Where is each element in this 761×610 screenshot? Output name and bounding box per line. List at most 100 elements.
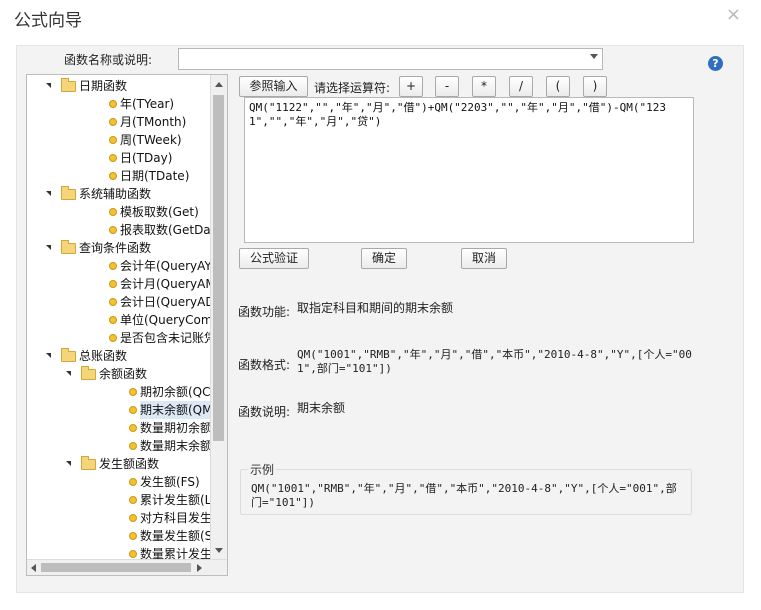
tree-node-label: 发生额函数 — [99, 457, 160, 471]
tree-folder-node[interactable]: 查询条件函数 — [27, 239, 211, 257]
scroll-thumb[interactable] — [41, 563, 191, 572]
tree-function-node[interactable]: 日(TDay) — [27, 149, 211, 167]
tree-folder-node[interactable]: 总账函数 — [27, 347, 211, 365]
function-format-value: QM("1001","RMB","年","月","借","本币","2010-4… — [297, 348, 692, 375]
folder-icon — [61, 240, 76, 254]
tree-node-label: 月(TMonth) — [120, 115, 187, 129]
function-bullet-icon — [109, 280, 117, 288]
scroll-right-icon[interactable] — [197, 564, 202, 572]
scroll-left-icon[interactable] — [31, 564, 36, 572]
tree-node-label: 模板取数(Get) — [120, 205, 199, 219]
function-description-value: 期末余额 — [297, 401, 346, 415]
tree-node-label: 数量期末余额(SQM) — [140, 439, 211, 453]
function-bullet-icon — [129, 406, 137, 414]
folder-icon — [81, 456, 96, 470]
tree-node-label: 是否包含未记账凭证 — [120, 331, 211, 345]
expand-toggle-icon[interactable] — [46, 191, 51, 196]
tree-node-label: 数量期初余额(SQC) — [140, 421, 211, 435]
expand-toggle-icon[interactable] — [46, 245, 51, 250]
tree-function-node[interactable]: 是否包含未记账凭证 — [27, 329, 211, 347]
tree-function-node[interactable]: 发生额(FS) — [27, 473, 211, 491]
tree-node-label: 周(TWeek) — [120, 133, 182, 147]
function-bullet-icon — [109, 316, 117, 324]
tree-folder-node[interactable]: 日期函数 — [27, 77, 211, 95]
function-bullet-icon — [129, 532, 137, 540]
function-bullet-icon — [109, 262, 117, 270]
tree-function-node[interactable]: 对方科目发生额 — [27, 509, 211, 527]
function-name-combobox[interactable] — [178, 48, 603, 70]
function-purpose-value: 取指定科目和期间的期末余额 — [297, 301, 454, 315]
function-bullet-icon — [129, 496, 137, 504]
tree-node-label: 会计年(QueryAYear) — [120, 259, 211, 273]
tree-node-label: 余额函数 — [99, 367, 148, 381]
tree-function-node[interactable]: 会计日(QueryADay) — [27, 293, 211, 311]
tree-folder-node[interactable]: 余额函数 — [27, 365, 211, 383]
tree-node-label: 单位(QueryCom) — [120, 313, 211, 327]
tree-function-node[interactable]: 数量期初余额(SQC) — [27, 419, 211, 437]
operator-minus-button[interactable]: - — [435, 76, 459, 97]
function-bullet-icon — [129, 550, 137, 558]
tree-function-node[interactable]: 数量发生额(SFS) — [27, 527, 211, 545]
function-purpose-label: 函数功能: — [238, 305, 291, 319]
tree-function-node[interactable]: 期末余额(QM) — [27, 401, 211, 419]
operator-divide-button[interactable]: / — [509, 76, 533, 97]
tree-function-node[interactable]: 月(TMonth) — [27, 113, 211, 131]
tree-function-node[interactable]: 期初余额(QC) — [27, 383, 211, 401]
function-bullet-icon — [109, 136, 117, 144]
function-bullet-icon — [109, 334, 117, 342]
tree-node-label: 期初余额(QC) — [140, 385, 211, 399]
reference-input-button[interactable]: 参照输入 — [239, 76, 308, 97]
tree-node-label: 会计月(QueryAMonth) — [120, 277, 211, 291]
expand-toggle-icon[interactable] — [66, 371, 71, 376]
scroll-thumb[interactable] — [213, 95, 224, 441]
function-bullet-icon — [129, 442, 137, 450]
function-tree[interactable]: 日期函数 年(TYear) 月(TMonth) 周(TWeek) 日(TDay) 日期(T… — [26, 74, 228, 576]
function-bullet-icon — [109, 226, 117, 234]
tree-folder-node[interactable]: 发生额函数 — [27, 455, 211, 473]
tree-function-node[interactable]: 数量期末余额(SQM) — [27, 437, 211, 455]
tree-node-label: 查询条件函数 — [79, 241, 152, 255]
operator-plus-button[interactable]: + — [399, 76, 423, 97]
tree-folder-node[interactable]: 系统辅助函数 — [27, 185, 211, 203]
function-bullet-icon — [109, 154, 117, 162]
tree-function-node[interactable]: 年(TYear) — [27, 95, 211, 113]
tree-node-label: 日期(TDate) — [120, 169, 190, 183]
operator-close-paren-button[interactable]: ) — [583, 76, 607, 97]
tree-vertical-scrollbar[interactable] — [210, 75, 227, 560]
tree-node-label: 数量发生额(SFS) — [140, 529, 211, 543]
validate-formula-button[interactable]: 公式验证 — [239, 248, 309, 269]
tree-function-node[interactable]: 日期(TDate) — [27, 167, 211, 185]
tree-function-node[interactable]: 周(TWeek) — [27, 131, 211, 149]
tree-function-node[interactable]: 单位(QueryCom) — [27, 311, 211, 329]
function-bullet-icon — [109, 298, 117, 306]
dialog-title: 公式向导 — [14, 11, 82, 31]
function-description-label: 函数说明: — [238, 405, 291, 419]
operator-open-paren-button[interactable]: ( — [546, 76, 570, 97]
close-icon[interactable]: × — [726, 4, 741, 25]
function-bullet-icon — [109, 100, 117, 108]
folder-icon — [81, 366, 96, 380]
function-bullet-icon — [129, 388, 137, 396]
function-bullet-icon — [129, 514, 137, 522]
tree-node-label: 发生额(FS) — [140, 475, 200, 489]
expand-toggle-icon[interactable] — [46, 353, 51, 358]
tree-function-node[interactable]: 会计月(QueryAMonth) — [27, 275, 211, 293]
cancel-button[interactable]: 取消 — [461, 248, 507, 269]
example-text: QM("1001","RMB","年","月","借","本币","2010-4… — [251, 482, 677, 509]
tree-function-node[interactable]: 模板取数(Get) — [27, 203, 211, 221]
tree-function-node[interactable]: 会计年(QueryAYear) — [27, 257, 211, 275]
scroll-down-icon[interactable] — [215, 548, 223, 553]
help-icon[interactable]: ? — [708, 56, 723, 71]
formula-editor[interactable]: QM("1122","","年","月","借")+QM("2203","","… — [244, 97, 694, 243]
tree-function-node[interactable]: 累计发生额(LFS) — [27, 491, 211, 509]
tree-function-node[interactable]: 报表取数(GetData) — [27, 221, 211, 239]
expand-toggle-icon[interactable] — [46, 83, 51, 88]
expand-toggle-icon[interactable] — [66, 461, 71, 466]
operator-prompt: 请选择运算符: — [314, 81, 391, 95]
chevron-down-icon[interactable] — [590, 54, 598, 59]
scroll-up-icon[interactable] — [215, 82, 223, 87]
tree-node-label: 对方科目发生额 — [140, 511, 211, 525]
operator-multiply-button[interactable]: * — [472, 76, 496, 97]
ok-button[interactable]: 确定 — [361, 248, 407, 269]
tree-horizontal-scrollbar[interactable] — [27, 559, 227, 575]
